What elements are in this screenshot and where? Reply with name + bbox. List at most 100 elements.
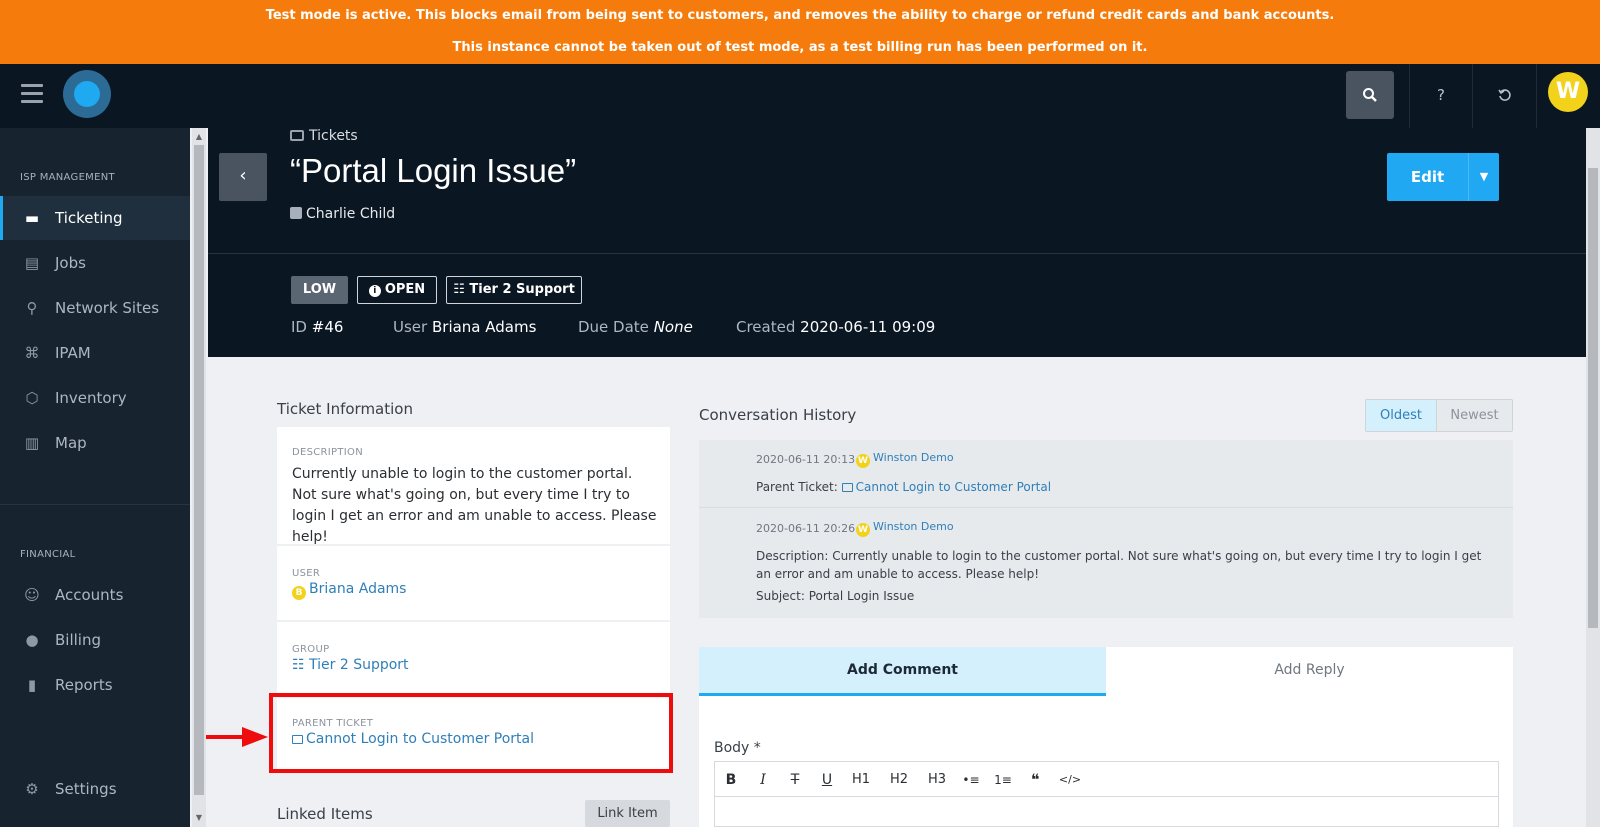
sidebar-item-ticketing[interactable]: ▬ Ticketing xyxy=(0,196,190,240)
sort-oldest-button[interactable]: Oldest xyxy=(1366,400,1437,431)
help-icon: ? xyxy=(1437,86,1445,104)
sidebar-item-network-sites[interactable]: ⚲ Network Sites xyxy=(0,286,190,330)
description-text: Currently unable to login to the custome… xyxy=(292,466,657,545)
sidebar-item-label: Inventory xyxy=(55,389,127,407)
sidebar-item-jobs[interactable]: ▤ Jobs xyxy=(0,241,190,285)
bold-button[interactable]: B xyxy=(719,770,743,790)
link-item-button[interactable]: Link Item xyxy=(585,800,670,827)
user-avatar-icon: W xyxy=(856,454,870,468)
bullet-list-button[interactable]: •≡ xyxy=(959,770,983,790)
scroll-down-icon[interactable]: ▼ xyxy=(192,811,206,825)
ticket-owner[interactable]: Charlie Child xyxy=(290,206,395,222)
ticket-id: ID #46 xyxy=(291,318,343,336)
status-label: OPEN xyxy=(384,282,426,297)
composer-tabs: Add Comment Add Reply xyxy=(699,647,1513,696)
italic-button[interactable]: I xyxy=(751,770,775,790)
sidebar-item-reports[interactable]: ▮ Reports xyxy=(0,663,190,707)
underline-button[interactable]: U xyxy=(815,770,839,790)
group-link[interactable]: ☷ Tier 2 Support xyxy=(292,657,409,673)
user-name[interactable]: Briana Adams xyxy=(309,581,406,597)
owner-name: Charlie Child xyxy=(306,206,396,222)
sidebar-item-accounts[interactable]: ☺ Accounts xyxy=(0,573,190,617)
entry-time: 2020-06-11 20:26 xyxy=(756,522,856,535)
sidebar-divider xyxy=(0,504,190,505)
main-scrollbar-thumb[interactable] xyxy=(1588,168,1598,628)
quote-button[interactable]: ❝ xyxy=(1023,770,1047,790)
user-avatar-icon: W xyxy=(856,523,870,537)
code-button[interactable]: </> xyxy=(1055,770,1085,790)
ticket-icon xyxy=(841,483,853,492)
chevron-down-icon[interactable]: ▼ xyxy=(1468,153,1499,201)
heading3-button[interactable]: H3 xyxy=(923,770,951,790)
description-caption: DESCRIPTION xyxy=(292,447,363,458)
group-name[interactable]: Tier 2 Support xyxy=(309,657,409,673)
network-icon: ⚲ xyxy=(26,299,38,317)
chevron-left-icon: ‹ xyxy=(239,165,247,186)
conversation-entry: 2020-06-11 20:26 W Winston Demo Descripti… xyxy=(699,509,1513,618)
breadcrumb-label: Tickets xyxy=(309,128,358,144)
sidebar-item-label: Network Sites xyxy=(55,299,160,317)
ticket-user: User Briana Adams xyxy=(393,318,536,336)
numbered-list-button[interactable]: 1≡ xyxy=(991,770,1015,790)
tab-add-comment[interactable]: Add Comment xyxy=(699,647,1106,696)
help-button[interactable]: ? xyxy=(1417,71,1465,119)
sidebar-item-label: Ticketing xyxy=(55,209,123,227)
top-bar: ? W xyxy=(0,64,1600,128)
priority-badge: LOW xyxy=(291,276,348,304)
history-button[interactable] xyxy=(1481,71,1529,119)
scroll-up-icon[interactable]: ▲ xyxy=(192,130,206,144)
due-value: None xyxy=(653,318,693,336)
group-caption: GROUP xyxy=(292,644,330,655)
body-label: Body * xyxy=(714,740,761,756)
body-editor[interactable] xyxy=(714,796,1499,827)
topbar-divider xyxy=(1536,64,1537,128)
sidebar-item-billing[interactable]: ● Billing xyxy=(0,618,190,662)
entry-label: Parent Ticket: xyxy=(756,480,838,494)
entry-user-name[interactable]: Winston Demo xyxy=(873,520,954,533)
heading2-button[interactable]: H2 xyxy=(885,770,913,790)
ticket-created: Created 2020-06-11 09:09 xyxy=(736,318,935,336)
conversation-list: 2020-06-11 20:13 W Winston Demo Parent Ti… xyxy=(699,440,1513,618)
logo[interactable] xyxy=(63,70,111,118)
created-value: 2020-06-11 09:09 xyxy=(800,318,936,336)
sidebar-item-map[interactable]: ▥ Map xyxy=(0,421,190,465)
sidebar-item-inventory[interactable]: ⬡ Inventory xyxy=(0,376,190,420)
bar-chart-icon: ▮ xyxy=(27,676,37,694)
edit-button[interactable]: Edit ▼ xyxy=(1387,153,1499,201)
entry-user-name[interactable]: Winston Demo xyxy=(873,451,954,464)
arrow-right-icon xyxy=(206,727,268,747)
group-card: GROUP ☷ Tier 2 Support xyxy=(277,622,670,696)
user-caption: USER xyxy=(292,568,321,579)
breadcrumb[interactable]: Tickets xyxy=(290,128,358,144)
strikethrough-button[interactable]: T xyxy=(783,770,807,790)
user-avatar[interactable]: W xyxy=(1548,72,1588,112)
menu-icon[interactable] xyxy=(21,84,43,104)
ticket-icon xyxy=(290,130,304,141)
entry-user[interactable]: W Winston Demo xyxy=(856,520,954,537)
user-label: User xyxy=(393,318,428,336)
sidebar-scrollbar-thumb[interactable] xyxy=(194,145,204,795)
piggy-bank-icon: ● xyxy=(25,631,39,649)
group-icon: ☷ xyxy=(453,282,470,297)
sidebar: ISP MANAGEMENT ▬ Ticketing ▤ Jobs ⚲ Netw… xyxy=(0,128,190,827)
ticket-due-date: Due Date None xyxy=(578,318,693,336)
sidebar-item-ipam[interactable]: ⌘ IPAM xyxy=(0,331,190,375)
editor-toolbar: B I T U H1 H2 H3 •≡ 1≡ ❝ </> xyxy=(714,761,1499,797)
back-button[interactable]: ‹ xyxy=(219,153,267,201)
contact-card-icon xyxy=(290,207,302,219)
tab-add-reply[interactable]: Add Reply xyxy=(1106,647,1513,696)
sort-newest-button[interactable]: Newest xyxy=(1437,400,1512,431)
ticket-info-title: Ticket Information xyxy=(277,400,413,418)
entry-user[interactable]: W Winston Demo xyxy=(856,451,954,468)
created-label: Created xyxy=(736,318,796,336)
description-card: DESCRIPTION Currently unable to login to… xyxy=(277,427,670,545)
linked-items-title: Linked Items xyxy=(277,805,373,823)
entry-description: Description: Currently unable to login t… xyxy=(756,549,1482,563)
search-button[interactable] xyxy=(1346,71,1394,119)
sidebar-item-settings[interactable]: ⚙ Settings xyxy=(0,767,190,811)
sort-toggle: Oldest Newest xyxy=(1365,399,1513,432)
user-link[interactable]: B Briana Adams xyxy=(292,581,406,600)
id-value: #46 xyxy=(311,318,344,336)
entry-parent-link[interactable]: Cannot Login to Customer Portal xyxy=(856,480,1051,494)
heading1-button[interactable]: H1 xyxy=(847,770,875,790)
